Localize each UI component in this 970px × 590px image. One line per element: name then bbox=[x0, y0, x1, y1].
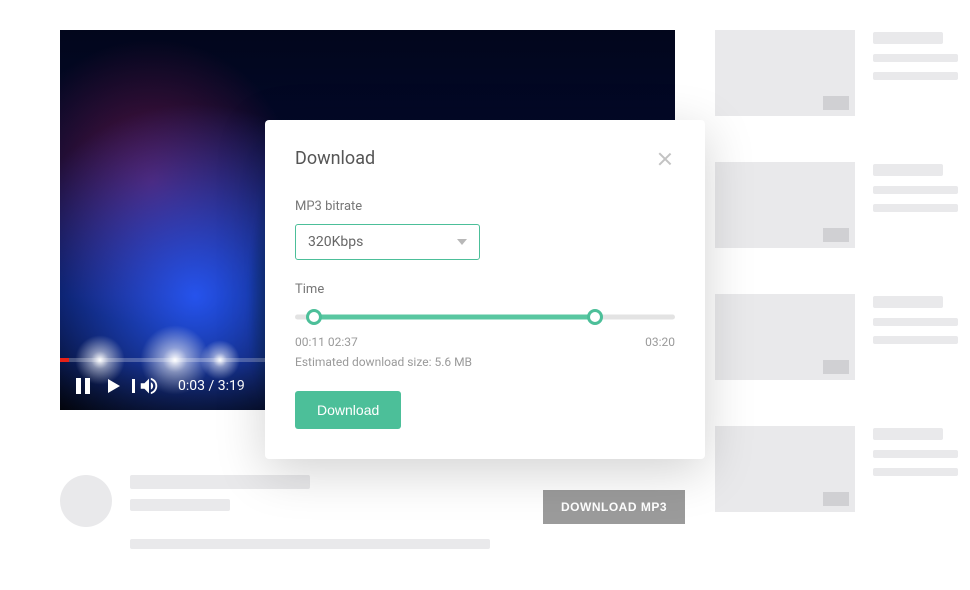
related-line-placeholder bbox=[873, 204, 958, 212]
related-line-placeholder bbox=[873, 318, 958, 326]
related-thumbnail bbox=[715, 30, 855, 116]
duration-badge bbox=[823, 228, 849, 242]
video-duration: 3:19 bbox=[218, 378, 245, 394]
related-title-placeholder bbox=[873, 164, 943, 176]
slider-handle-end[interactable] bbox=[587, 309, 603, 325]
related-thumbnail bbox=[715, 294, 855, 380]
modal-title: Download bbox=[295, 148, 375, 169]
bitrate-select[interactable]: 320Kbps bbox=[295, 224, 480, 260]
time-label: Time bbox=[295, 282, 675, 297]
related-video-item[interactable] bbox=[715, 294, 958, 380]
related-line-placeholder bbox=[873, 336, 958, 344]
bitrate-value: 320Kbps bbox=[308, 234, 363, 250]
related-thumbnail bbox=[715, 162, 855, 248]
related-line-placeholder bbox=[873, 450, 958, 458]
time-range-slider[interactable] bbox=[295, 307, 675, 327]
related-video-item[interactable] bbox=[715, 426, 958, 512]
title-placeholder bbox=[130, 475, 310, 489]
chevron-down-icon bbox=[457, 239, 467, 245]
related-title-placeholder bbox=[873, 296, 943, 308]
download-modal: Download MP3 bitrate 320Kbps Time 00:11 … bbox=[265, 120, 705, 459]
subtitle-placeholder bbox=[130, 499, 230, 511]
close-icon[interactable] bbox=[655, 149, 675, 169]
video-timecode: 0:03 / 3:19 bbox=[178, 378, 245, 394]
estimated-size: Estimated download size: 5.6 MB bbox=[295, 355, 675, 369]
related-line-placeholder bbox=[873, 54, 958, 62]
next-icon[interactable] bbox=[108, 379, 120, 393]
channel-avatar-placeholder bbox=[60, 475, 112, 527]
duration-badge bbox=[823, 360, 849, 374]
volume-icon[interactable] bbox=[138, 375, 160, 397]
related-thumbnail bbox=[715, 426, 855, 512]
duration-badge bbox=[823, 96, 849, 110]
duration-badge bbox=[823, 492, 849, 506]
related-title-placeholder bbox=[873, 428, 943, 440]
range-total: 03:20 bbox=[645, 335, 675, 349]
related-line-placeholder bbox=[873, 186, 958, 194]
description-placeholder bbox=[130, 539, 490, 549]
video-current-time: 0:03 bbox=[178, 378, 205, 394]
bitrate-label: MP3 bitrate bbox=[295, 199, 675, 214]
related-line-placeholder bbox=[873, 72, 958, 80]
related-title-placeholder bbox=[873, 32, 943, 44]
range-start-end: 00:11 02:37 bbox=[295, 335, 358, 349]
related-line-placeholder bbox=[873, 468, 958, 476]
related-video-item[interactable] bbox=[715, 30, 958, 116]
slider-handle-start[interactable] bbox=[306, 309, 322, 325]
download-mp3-button[interactable]: DOWNLOAD MP3 bbox=[543, 490, 685, 524]
slider-fill bbox=[314, 315, 595, 320]
related-video-item[interactable] bbox=[715, 162, 958, 248]
download-button[interactable]: Download bbox=[295, 391, 401, 429]
pause-icon[interactable] bbox=[76, 378, 90, 394]
